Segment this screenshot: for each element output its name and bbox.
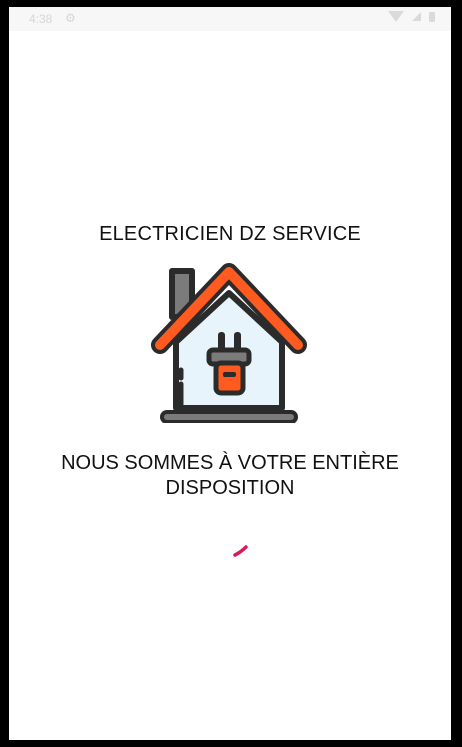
app-screen: 4:38 ⚙ ELECTRICIEN DZ SERVICE NOUS SOMME… xyxy=(9,7,451,740)
status-bar: 4:38 ⚙ xyxy=(9,7,451,31)
app-title: ELECTRICIEN DZ SERVICE xyxy=(99,223,361,245)
gear-icon: ⚙ xyxy=(65,11,76,25)
house-plug-icon xyxy=(151,263,307,423)
cell-signal-icon xyxy=(412,12,421,21)
loading-spinner-icon xyxy=(233,545,248,557)
status-icons xyxy=(388,11,435,22)
battery-icon xyxy=(429,11,435,22)
tagline-text: NOUS SOMMES À VOTRE ENTIÈRE DISPOSITION xyxy=(61,452,399,499)
status-time: 4:38 xyxy=(29,12,53,26)
wifi-icon xyxy=(388,11,404,22)
